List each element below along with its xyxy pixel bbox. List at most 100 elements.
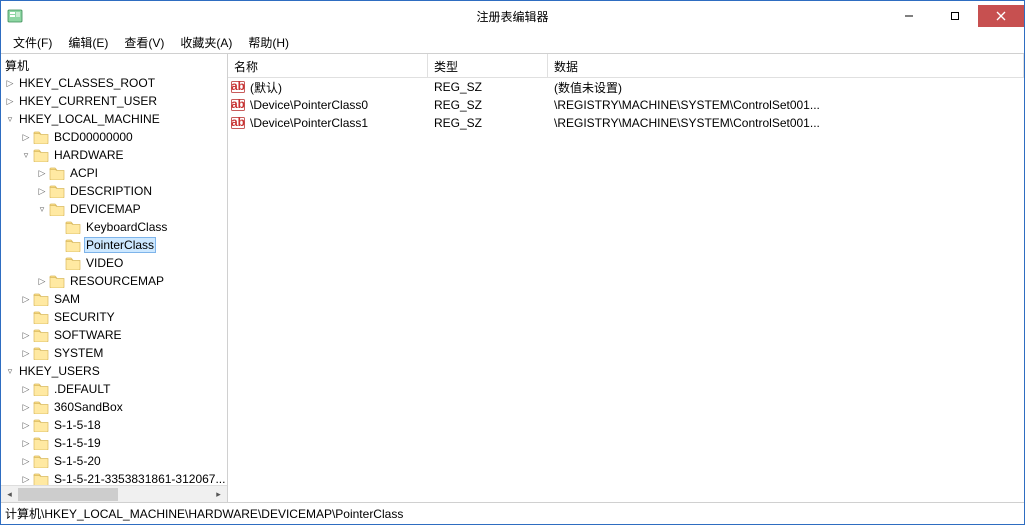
column-header-name[interactable]: 名称 xyxy=(228,54,428,77)
tree-hscrollbar[interactable]: ◂ ▸ xyxy=(1,485,227,502)
expand-icon[interactable]: ▷ xyxy=(19,382,33,396)
menu-file[interactable]: 文件(F) xyxy=(5,32,60,53)
expander-empty xyxy=(51,256,65,270)
scroll-thumb[interactable] xyxy=(18,488,118,501)
tree-node-label: VIDEO xyxy=(84,256,125,270)
tree-node-label: SYSTEM xyxy=(52,346,105,360)
column-header-data[interactable]: 数据 xyxy=(548,54,1024,77)
expand-icon[interactable]: ▷ xyxy=(19,418,33,432)
tree-node[interactable]: ▿HKEY_LOCAL_MACHINE xyxy=(1,110,227,128)
app-icon xyxy=(7,8,23,24)
menubar: 文件(F) 编辑(E) 查看(V) 收藏夹(A) 帮助(H) xyxy=(1,31,1024,53)
folder-icon xyxy=(33,382,49,396)
tree-node-label: HKEY_CLASSES_ROOT xyxy=(17,76,157,90)
menu-favorites[interactable]: 收藏夹(A) xyxy=(172,32,240,53)
collapse-icon[interactable]: ▿ xyxy=(3,112,17,126)
expand-icon[interactable]: ▷ xyxy=(19,130,33,144)
tree-node[interactable]: ▷.DEFAULT xyxy=(1,380,227,398)
registry-tree[interactable]: 算机▷HKEY_CLASSES_ROOT▷HKEY_CURRENT_USER▿H… xyxy=(1,54,227,485)
collapse-icon[interactable]: ▿ xyxy=(3,364,17,378)
value-name-cell: (默认) xyxy=(228,79,428,96)
minimize-button[interactable] xyxy=(886,5,932,27)
scroll-left-button[interactable]: ◂ xyxy=(1,486,18,503)
collapse-icon[interactable]: ▿ xyxy=(19,148,33,162)
value-name-cell: \Device\PointerClass0 xyxy=(228,97,428,113)
tree-node[interactable]: ▷S-1-5-18 xyxy=(1,416,227,434)
tree-node[interactable]: ▷ S-1-5-21-3353831861-312067... xyxy=(1,470,227,485)
tree-node-label: DEVICEMAP xyxy=(68,202,143,216)
column-header-type[interactable]: 类型 xyxy=(428,54,548,77)
tree-node[interactable]: PointerClass xyxy=(1,236,227,254)
tree-node-label: HKEY_USERS xyxy=(17,364,102,378)
tree-node[interactable]: ▷SAM xyxy=(1,290,227,308)
tree-node[interactable]: KeyboardClass xyxy=(1,218,227,236)
tree-node[interactable]: ▷ RESOURCEMAP xyxy=(1,272,227,290)
folder-icon xyxy=(33,130,49,144)
tree-node-label: BCD00000000 xyxy=(52,130,135,144)
menu-edit[interactable]: 编辑(E) xyxy=(60,32,116,53)
expand-icon[interactable]: ▷ xyxy=(19,454,33,468)
value-row[interactable]: \Device\PointerClass0REG_SZ\REGISTRY\MAC… xyxy=(228,96,1024,114)
value-row[interactable]: \Device\PointerClass1REG_SZ\REGISTRY\MAC… xyxy=(228,114,1024,132)
folder-icon xyxy=(65,238,81,252)
values-list[interactable]: (默认)REG_SZ(数值未设置)\Device\PointerClass0RE… xyxy=(228,78,1024,502)
window-controls xyxy=(886,5,1024,27)
collapse-icon[interactable]: ▿ xyxy=(35,202,49,216)
maximize-button[interactable] xyxy=(932,5,978,27)
folder-icon xyxy=(33,148,49,162)
expand-icon[interactable]: ▷ xyxy=(19,292,33,306)
tree-node[interactable]: ▷ 360SandBox xyxy=(1,398,227,416)
value-row[interactable]: (默认)REG_SZ(数值未设置) xyxy=(228,78,1024,96)
tree-root[interactable]: 算机 xyxy=(1,56,227,74)
expand-icon[interactable]: ▷ xyxy=(35,184,49,198)
tree-node[interactable]: ▷ SOFTWARE xyxy=(1,326,227,344)
tree-node[interactable]: ▿HARDWARE xyxy=(1,146,227,164)
expand-icon[interactable]: ▷ xyxy=(3,94,17,108)
tree-node-label: RESOURCEMAP xyxy=(68,274,166,288)
tree-node-label: S-1-5-21-3353831861-312067... xyxy=(52,472,227,485)
tree-node[interactable]: ▷HKEY_CURRENT_USER xyxy=(1,92,227,110)
menu-view[interactable]: 查看(V) xyxy=(116,32,172,53)
tree-node[interactable]: SECURITY xyxy=(1,308,227,326)
statusbar: 计算机\HKEY_LOCAL_MACHINE\HARDWARE\DEVICEMA… xyxy=(1,502,1024,524)
expand-icon[interactable]: ▷ xyxy=(19,328,33,342)
tree-node-label: ACPI xyxy=(68,166,100,180)
window-title: 注册表编辑器 xyxy=(1,8,1024,25)
tree-node-label: SECURITY xyxy=(52,310,117,324)
scroll-right-button[interactable]: ▸ xyxy=(210,486,227,503)
tree-node[interactable]: ▿ DEVICEMAP xyxy=(1,200,227,218)
expander-empty xyxy=(51,220,65,234)
value-name: \Device\PointerClass0 xyxy=(250,98,368,112)
expand-icon[interactable]: ▷ xyxy=(19,436,33,450)
tree-node-label: 360SandBox xyxy=(52,400,125,414)
folder-icon xyxy=(33,454,49,468)
value-data: \REGISTRY\MACHINE\SYSTEM\ControlSet001..… xyxy=(548,116,1024,130)
tree-node[interactable]: VIDEO xyxy=(1,254,227,272)
titlebar[interactable]: 注册表编辑器 xyxy=(1,1,1024,31)
tree-node-label: S-1-5-20 xyxy=(52,454,103,468)
expand-icon[interactable]: ▷ xyxy=(35,274,49,288)
statusbar-path: 计算机\HKEY_LOCAL_MACHINE\HARDWARE\DEVICEMA… xyxy=(5,505,403,522)
expand-icon[interactable]: ▷ xyxy=(3,76,17,90)
tree-node[interactable]: ▷DESCRIPTION xyxy=(1,182,227,200)
tree-node[interactable]: ▷ SYSTEM xyxy=(1,344,227,362)
close-button[interactable] xyxy=(978,5,1024,27)
tree-node[interactable]: ▷ ACPI xyxy=(1,164,227,182)
scroll-track[interactable] xyxy=(18,486,210,503)
menu-help[interactable]: 帮助(H) xyxy=(240,32,297,53)
tree-node[interactable]: ▷HKEY_CLASSES_ROOT xyxy=(1,74,227,92)
tree-node[interactable]: ▷S-1-5-19 xyxy=(1,434,227,452)
tree-node-label: SOFTWARE xyxy=(52,328,124,342)
expand-icon[interactable]: ▷ xyxy=(35,166,49,180)
expand-icon[interactable]: ▷ xyxy=(19,346,33,360)
expand-icon[interactable]: ▷ xyxy=(19,400,33,414)
window-frame: 注册表编辑器 文件(F) 编辑(E) 查看(V) 收藏夹(A) 帮助(H) 算机… xyxy=(0,0,1025,525)
folder-icon xyxy=(33,436,49,450)
value-data: (数值未设置) xyxy=(548,79,1024,96)
tree-node[interactable]: ▷ S-1-5-20 xyxy=(1,452,227,470)
value-type: REG_SZ xyxy=(428,116,548,130)
value-type: REG_SZ xyxy=(428,98,548,112)
expand-icon[interactable]: ▷ xyxy=(19,472,33,485)
tree-node[interactable]: ▷ BCD00000000 xyxy=(1,128,227,146)
tree-node[interactable]: ▿HKEY_USERS xyxy=(1,362,227,380)
